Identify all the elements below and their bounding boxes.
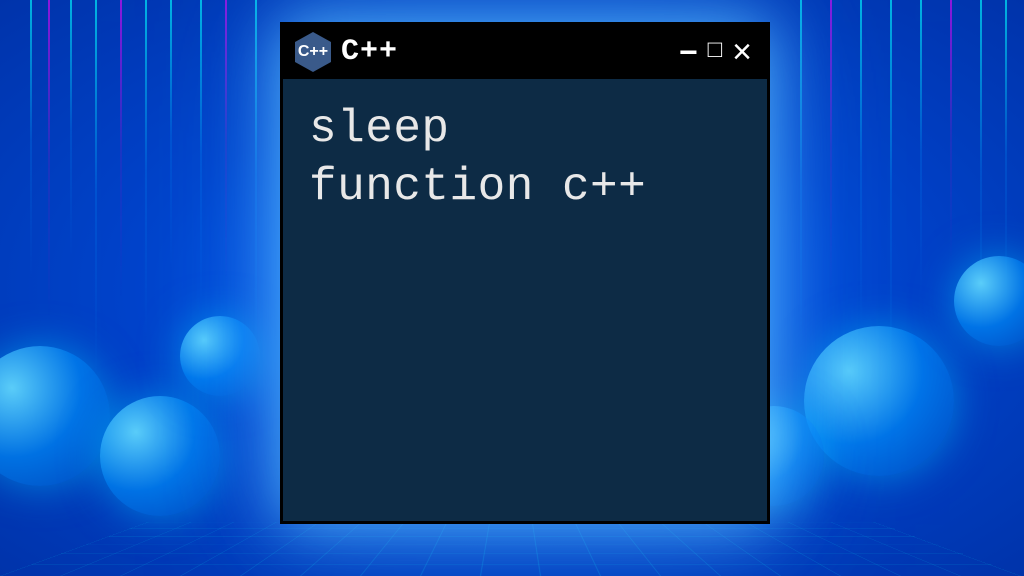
titlebar[interactable]: C++ C++ − □ × xyxy=(283,25,767,79)
window-title: C++ xyxy=(341,35,398,69)
terminal-window: C++ C++ − □ × sleep function c++ xyxy=(280,22,770,524)
window-controls: − □ × xyxy=(676,35,755,69)
content-line-1: sleep xyxy=(309,101,741,159)
sphere-decoration xyxy=(100,396,220,516)
terminal-content: sleep function c++ xyxy=(283,79,767,238)
cpp-icon-text: C++ xyxy=(298,43,328,61)
cpp-icon: C++ xyxy=(295,32,331,72)
grid-floor xyxy=(0,522,1024,576)
maximize-button[interactable]: □ xyxy=(705,38,726,62)
minimize-button[interactable]: − xyxy=(676,36,701,68)
sphere-decoration xyxy=(180,316,260,396)
content-line-2: function c++ xyxy=(309,159,741,217)
titlebar-left: C++ C++ xyxy=(295,32,398,72)
close-button[interactable]: × xyxy=(729,35,755,69)
sphere-decoration xyxy=(804,326,954,476)
